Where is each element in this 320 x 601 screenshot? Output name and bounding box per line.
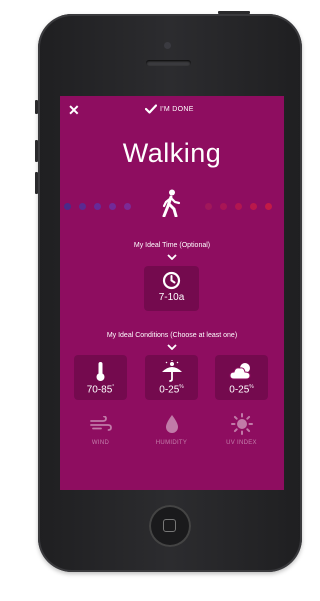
power-button xyxy=(218,11,250,14)
sun-icon xyxy=(231,413,253,435)
app-screen: ✕ I'M DONE Walking My Ideal Time (Option… xyxy=(60,96,284,490)
done-label: I'M DONE xyxy=(160,105,194,113)
chevron-down-icon xyxy=(167,344,177,350)
carousel-dot[interactable] xyxy=(205,203,212,210)
activity-title: Walking xyxy=(122,138,222,168)
volume-down-button xyxy=(35,172,38,194)
temperature-card[interactable]: 70-85° xyxy=(74,355,127,400)
cloud-cover-card[interactable]: 0-25% xyxy=(215,355,268,400)
close-button[interactable]: ✕ xyxy=(68,102,80,118)
front-camera xyxy=(164,42,171,49)
mute-switch xyxy=(35,100,38,114)
precipitation-card[interactable]: 0-25% xyxy=(145,355,198,400)
earpiece-speaker xyxy=(146,60,191,66)
carousel-dot[interactable] xyxy=(94,203,101,210)
clock-icon xyxy=(162,271,181,290)
carousel-dot[interactable] xyxy=(109,203,116,210)
chevron-down-icon xyxy=(167,254,177,260)
humidity-label: HUMIDITY xyxy=(155,440,188,446)
ideal-time-label: My Ideal Time (Optional) xyxy=(133,242,211,249)
ideal-time-button[interactable]: 7-10a xyxy=(144,266,199,311)
water-drop-icon xyxy=(166,415,178,433)
uv-index-option[interactable]: UV INDEX xyxy=(215,408,268,453)
humidity-option[interactable]: HUMIDITY xyxy=(145,408,198,453)
precipitation-value: 0-25% xyxy=(159,384,184,396)
carousel-dot[interactable] xyxy=(265,203,272,210)
carousel-dot[interactable] xyxy=(220,203,227,210)
done-button[interactable]: I'M DONE xyxy=(145,104,194,114)
volume-up-button xyxy=(35,140,38,162)
wind-icon xyxy=(90,416,112,431)
sun-cloud-icon xyxy=(229,363,251,380)
carousel-dot[interactable] xyxy=(79,203,86,210)
temperature-value: 70-85° xyxy=(86,384,115,396)
thermometer-icon xyxy=(96,362,105,381)
checkmark-icon xyxy=(145,104,157,114)
cloud-cover-value: 0-25% xyxy=(229,384,254,396)
walking-person-icon xyxy=(162,189,181,217)
umbrella-sun-icon xyxy=(162,360,182,382)
ideal-conditions-label: My Ideal Conditions (Choose at least one… xyxy=(106,332,238,339)
carousel-dot[interactable] xyxy=(235,203,242,210)
uv-index-label: UV INDEX xyxy=(226,440,257,446)
home-button-icon xyxy=(163,519,176,532)
carousel-dot[interactable] xyxy=(64,203,71,210)
wind-label: WIND xyxy=(91,440,110,446)
carousel-dot[interactable] xyxy=(250,203,257,210)
wind-option[interactable]: WIND xyxy=(74,408,127,453)
carousel-dot[interactable] xyxy=(124,203,131,210)
ideal-time-value: 7-10a xyxy=(158,292,185,303)
